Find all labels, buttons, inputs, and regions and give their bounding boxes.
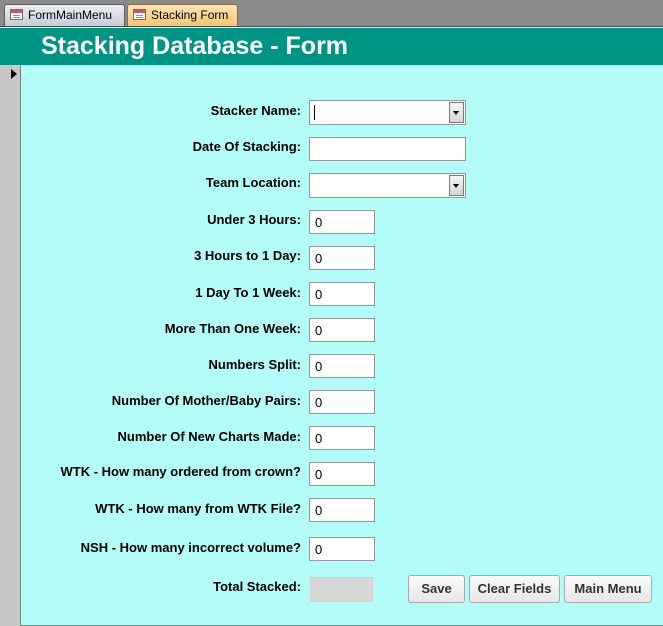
- record-selector[interactable]: [0, 65, 21, 626]
- stacker-name-dropdown-button[interactable]: [449, 102, 464, 123]
- 1-day-to-1-week-label: 1 Day To 1 Week:: [195, 285, 301, 300]
- 3-hours-to-1-day-field[interactable]: [309, 246, 375, 270]
- more-than-one-week-label: More Than One Week:: [164, 321, 301, 336]
- chevron-down-icon: [453, 184, 459, 188]
- chevron-down-icon: [453, 111, 459, 115]
- nsh-incorrect-volume-field[interactable]: [309, 537, 375, 561]
- tab-formmainmenu[interactable]: FormMainMenu: [4, 4, 125, 26]
- new-charts-made-field[interactable]: [309, 426, 375, 450]
- current-record-arrow-icon: [11, 69, 17, 79]
- form-icon: [10, 9, 23, 20]
- stacking-form: Stacking Database - Form Stacker Name: D…: [0, 26, 663, 626]
- total-stacked-value: [310, 577, 373, 602]
- total-stacked-label: Total Stacked:: [213, 579, 301, 594]
- form-header: Stacking Database - Form: [0, 28, 663, 65]
- wtk-from-wtk-file-label: WTK - How many from WTK File?: [95, 501, 301, 516]
- numbers-split-label: Numbers Split:: [208, 357, 301, 372]
- under-3-hours-field[interactable]: [309, 210, 375, 234]
- page-title: Stacking Database - Form: [41, 32, 349, 60]
- tab-label: Stacking Form: [151, 8, 229, 22]
- nsh-incorrect-volume-label: NSH - How many incorrect volume?: [80, 540, 301, 555]
- team-location-dropdown-button[interactable]: [449, 175, 464, 196]
- numbers-split-field[interactable]: [309, 354, 375, 378]
- wtk-ordered-from-crown-label: WTK - How many ordered from crown?: [60, 464, 301, 479]
- 3-hours-to-1-day-label: 3 Hours to 1 Day:: [194, 248, 301, 263]
- form-icon: [133, 9, 146, 20]
- under-3-hours-label: Under 3 Hours:: [207, 212, 301, 227]
- tab-label: FormMainMenu: [28, 8, 113, 22]
- date-of-stacking-label: Date Of Stacking:: [192, 139, 301, 154]
- text-cursor: [314, 105, 315, 120]
- save-button[interactable]: Save: [408, 575, 465, 603]
- tab-stacking-form[interactable]: Stacking Form: [127, 4, 238, 26]
- document-tab-bar: FormMainMenu Stacking Form: [0, 0, 663, 26]
- stacker-name-combo[interactable]: [309, 100, 466, 125]
- stacker-name-label: Stacker Name:: [210, 103, 301, 118]
- team-location-label: Team Location:: [205, 175, 301, 190]
- wtk-from-wtk-file-field[interactable]: [309, 498, 375, 522]
- date-of-stacking-field[interactable]: [309, 137, 466, 161]
- clear-fields-button[interactable]: Clear Fields: [469, 575, 560, 603]
- wtk-ordered-from-crown-field[interactable]: [309, 462, 375, 486]
- mother-baby-pairs-label: Number Of Mother/Baby Pairs:: [111, 393, 301, 408]
- more-than-one-week-field[interactable]: [309, 318, 375, 342]
- mother-baby-pairs-field[interactable]: [309, 390, 375, 414]
- new-charts-made-label: Number Of New Charts Made:: [117, 429, 301, 444]
- team-location-combo[interactable]: [309, 173, 466, 198]
- 1-day-to-1-week-field[interactable]: [309, 282, 375, 306]
- main-menu-button[interactable]: Main Menu: [564, 575, 652, 603]
